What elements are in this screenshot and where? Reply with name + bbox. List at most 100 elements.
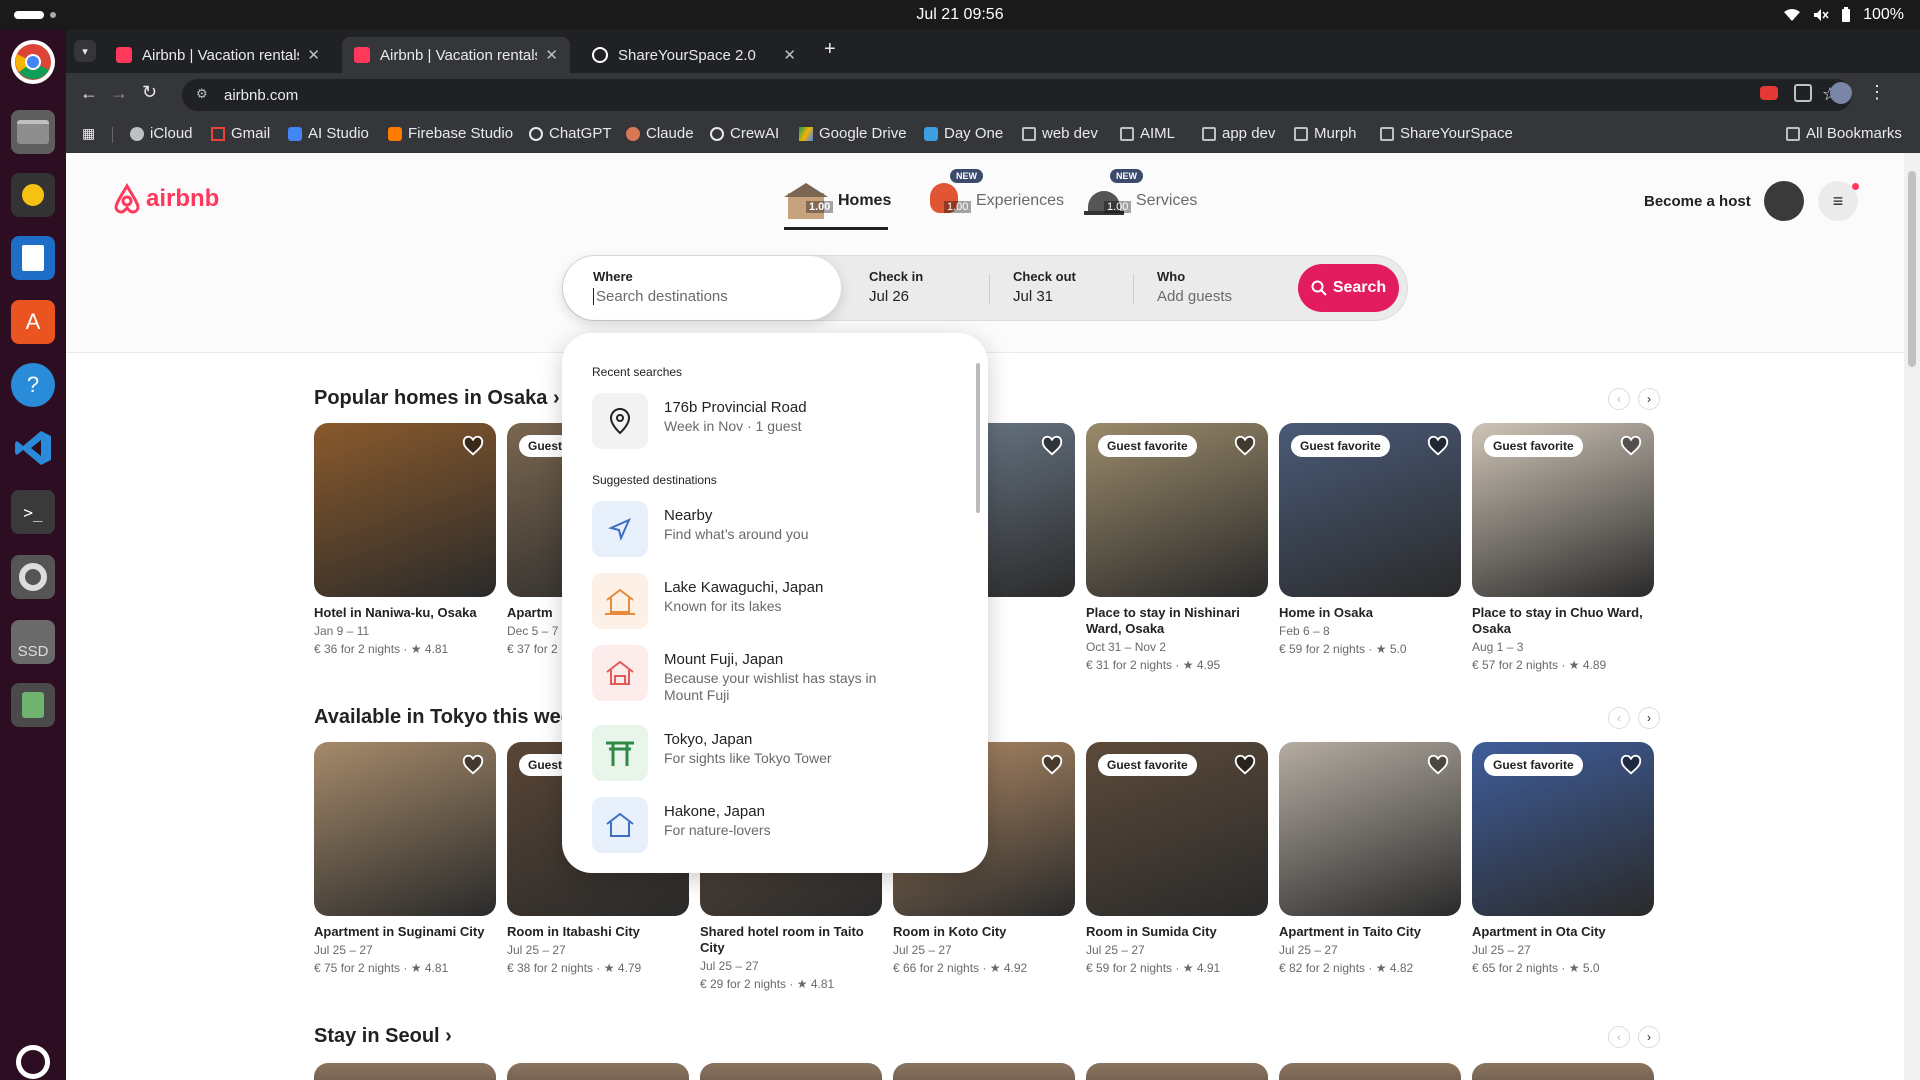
scrollbar-thumb[interactable] xyxy=(1908,171,1916,367)
listing-photo[interactable] xyxy=(507,1063,689,1080)
vscode-icon[interactable] xyxy=(11,426,55,470)
trash-icon[interactable] xyxy=(11,683,55,727)
carousel-prev-icon[interactable]: ‹ xyxy=(1608,388,1630,410)
listing-card[interactable]: Hotel in Naniwa-ku, Osaka Jan 9 – 11 € 36 … xyxy=(314,423,496,656)
section-title-osaka[interactable]: Popular homes in Osaka › xyxy=(314,387,560,410)
listing-photo[interactable]: Guest favorite xyxy=(1086,742,1268,916)
bookmark-day-one[interactable]: Day One xyxy=(924,125,1003,142)
recent-search-item[interactable]: 176b Provincial Road Week in Nov · 1 gue… xyxy=(592,393,962,449)
writer-icon[interactable] xyxy=(11,236,55,280)
section-title-seoul[interactable]: Stay in Seoul › xyxy=(314,1025,452,1048)
apps-grid-icon[interactable]: ▦ xyxy=(82,125,95,142)
system-clock[interactable]: Jul 21 09:56 xyxy=(0,6,1920,24)
listing-card[interactable]: Apartment in Taito City Jul 25 – 27 € 82 f… xyxy=(1279,742,1461,975)
search-button[interactable]: Search xyxy=(1298,264,1399,312)
terminal-icon[interactable]: >_ xyxy=(11,490,55,534)
reload-icon[interactable]: ↻ xyxy=(142,82,157,103)
wishlist-heart-icon[interactable] xyxy=(462,435,484,457)
bookmark-google-drive[interactable]: Google Drive xyxy=(799,125,907,142)
listing-photo[interactable]: Guest favorite xyxy=(1472,423,1654,597)
listing-card[interactable]: Guest favorite Place to stay in Nishinari… xyxy=(1086,423,1268,672)
ubuntu-icon[interactable] xyxy=(11,1040,55,1080)
carousel-prev-icon[interactable]: ‹ xyxy=(1608,707,1630,729)
listing-card[interactable]: Guest favorite Room in Sumida City Jul 25 … xyxy=(1086,742,1268,975)
system-tray[interactable]: 100% xyxy=(1783,6,1904,24)
listing-photo[interactable] xyxy=(1086,1063,1268,1080)
bookmark-folder-murph[interactable]: Murph xyxy=(1294,125,1357,142)
bookmark-crewai[interactable]: CrewAI xyxy=(710,125,779,142)
listing-photo[interactable]: Guest favorite xyxy=(1279,423,1461,597)
carousel-next-icon[interactable]: › xyxy=(1638,707,1660,729)
suggestion-hakone[interactable]: Hakone, Japan For nature-lovers xyxy=(592,797,962,853)
close-tab-icon[interactable]: ✕ xyxy=(783,46,796,64)
wishlist-heart-icon[interactable] xyxy=(1041,754,1063,776)
listing-photo[interactable] xyxy=(893,1063,1075,1080)
airbnb-logo[interactable]: airbnb xyxy=(112,183,219,215)
wishlist-heart-icon[interactable] xyxy=(1427,754,1449,776)
files-icon[interactable] xyxy=(11,110,55,154)
nav-tab-homes[interactable]: 1.00 Homes xyxy=(784,179,891,223)
listing-photo[interactable] xyxy=(314,423,496,597)
all-bookmarks-folder[interactable]: All Bookmarks xyxy=(1786,125,1902,142)
browser-tab-2[interactable]: Airbnb | Vacation rentals ✕ xyxy=(342,37,570,73)
listing-card[interactable]: Guest favorite Apartment in Ota City Jul 2… xyxy=(1472,742,1654,975)
listing-photo[interactable]: Guest favorite xyxy=(1472,742,1654,916)
wishlist-heart-icon[interactable] xyxy=(462,754,484,776)
software-icon[interactable]: A xyxy=(11,300,55,344)
carousel-next-icon[interactable]: › xyxy=(1638,388,1660,410)
bookmark-firebase[interactable]: Firebase Studio xyxy=(388,125,513,142)
close-tab-icon[interactable]: ✕ xyxy=(307,46,320,64)
bookmark-folder-aiml[interactable]: AIML xyxy=(1120,125,1175,142)
profile-avatar[interactable] xyxy=(1830,82,1852,104)
check-out-field[interactable]: Check out Jul 31 xyxy=(1013,256,1133,320)
page-scrollbar[interactable] xyxy=(1904,153,1920,1080)
listing-card[interactable]: Apartment in Suginami City Jul 25 – 27 € 7… xyxy=(314,742,496,975)
listing-card[interactable]: Guest favorite Place to stay in Chuo Ward… xyxy=(1472,423,1654,672)
who-field[interactable]: Who Add guests xyxy=(1157,256,1287,320)
listing-photo[interactable] xyxy=(314,742,496,916)
dropdown-scrollbar[interactable] xyxy=(976,363,980,513)
tab-search-chevron-icon[interactable]: ▾ xyxy=(74,40,96,62)
wishlist-heart-icon[interactable] xyxy=(1234,754,1256,776)
chrome-icon[interactable] xyxy=(11,40,55,84)
wishlist-heart-icon[interactable] xyxy=(1427,435,1449,457)
wishlist-heart-icon[interactable] xyxy=(1234,435,1256,457)
wishlist-heart-icon[interactable] xyxy=(1041,435,1063,457)
rhythmbox-icon[interactable] xyxy=(11,173,55,217)
listing-photo[interactable]: Guest favorite xyxy=(1086,423,1268,597)
carousel-next-icon[interactable]: › xyxy=(1638,1026,1660,1048)
settings-icon[interactable] xyxy=(11,555,55,599)
become-host-link[interactable]: Become a host xyxy=(1644,193,1751,210)
suggestion-nearby[interactable]: Nearby Find what’s around you xyxy=(592,501,962,557)
nav-tab-services[interactable]: NEW 1.00 Services xyxy=(1082,169,1197,223)
listing-card[interactable]: Guest favorite Home in Osaka Feb 6 – 8 € 59… xyxy=(1279,423,1461,656)
help-icon[interactable]: ? xyxy=(11,363,55,407)
bookmark-claude[interactable]: Claude xyxy=(626,125,694,142)
address-bar[interactable]: ⚙ airbnb.com ☆ xyxy=(182,79,1852,111)
check-in-field[interactable]: Check in Jul 26 xyxy=(869,256,989,320)
close-tab-icon[interactable]: ✕ xyxy=(545,46,558,64)
site-info-icon[interactable]: ⚙ xyxy=(196,86,208,102)
carousel-prev-icon[interactable]: ‹ xyxy=(1608,1026,1630,1048)
suggestion-mount-fuji[interactable]: Mount Fuji, Japan Because your wishlist … xyxy=(592,645,962,704)
extension-red-icon[interactable] xyxy=(1760,86,1778,100)
wishlist-heart-icon[interactable] xyxy=(1620,754,1642,776)
bookmark-folder-app-dev[interactable]: app dev xyxy=(1202,125,1275,142)
browser-tab-1[interactable]: Airbnb | Vacation rentals ✕ xyxy=(104,37,332,73)
bookmark-folder-web-dev[interactable]: web dev xyxy=(1022,125,1098,142)
listing-photo[interactable] xyxy=(1472,1063,1654,1080)
suggestion-tokyo[interactable]: Tokyo, Japan For sights like Tokyo Tower xyxy=(592,725,962,781)
section-title-tokyo[interactable]: Available in Tokyo this wee xyxy=(314,706,572,729)
where-input[interactable]: Search destinations xyxy=(593,288,841,305)
bookmark-chatgpt[interactable]: ChatGPT xyxy=(529,125,612,142)
browser-tab-3[interactable]: ShareYourSpace 2.0 ✕ xyxy=(580,37,808,73)
ssd-icon[interactable]: SSD xyxy=(11,620,55,664)
bookmark-icloud[interactable]: iCloud xyxy=(130,125,193,142)
bookmark-folder-shareyourspace[interactable]: ShareYourSpace xyxy=(1380,125,1513,142)
bookmark-ai-studio[interactable]: AI Studio xyxy=(288,125,369,142)
wishlist-heart-icon[interactable] xyxy=(1620,435,1642,457)
listing-photo[interactable] xyxy=(700,1063,882,1080)
nav-tab-experiences[interactable]: NEW 1.00 Experiences xyxy=(922,169,1064,223)
bookmark-gmail[interactable]: Gmail xyxy=(211,125,270,142)
extensions-puzzle-icon[interactable] xyxy=(1794,84,1812,102)
